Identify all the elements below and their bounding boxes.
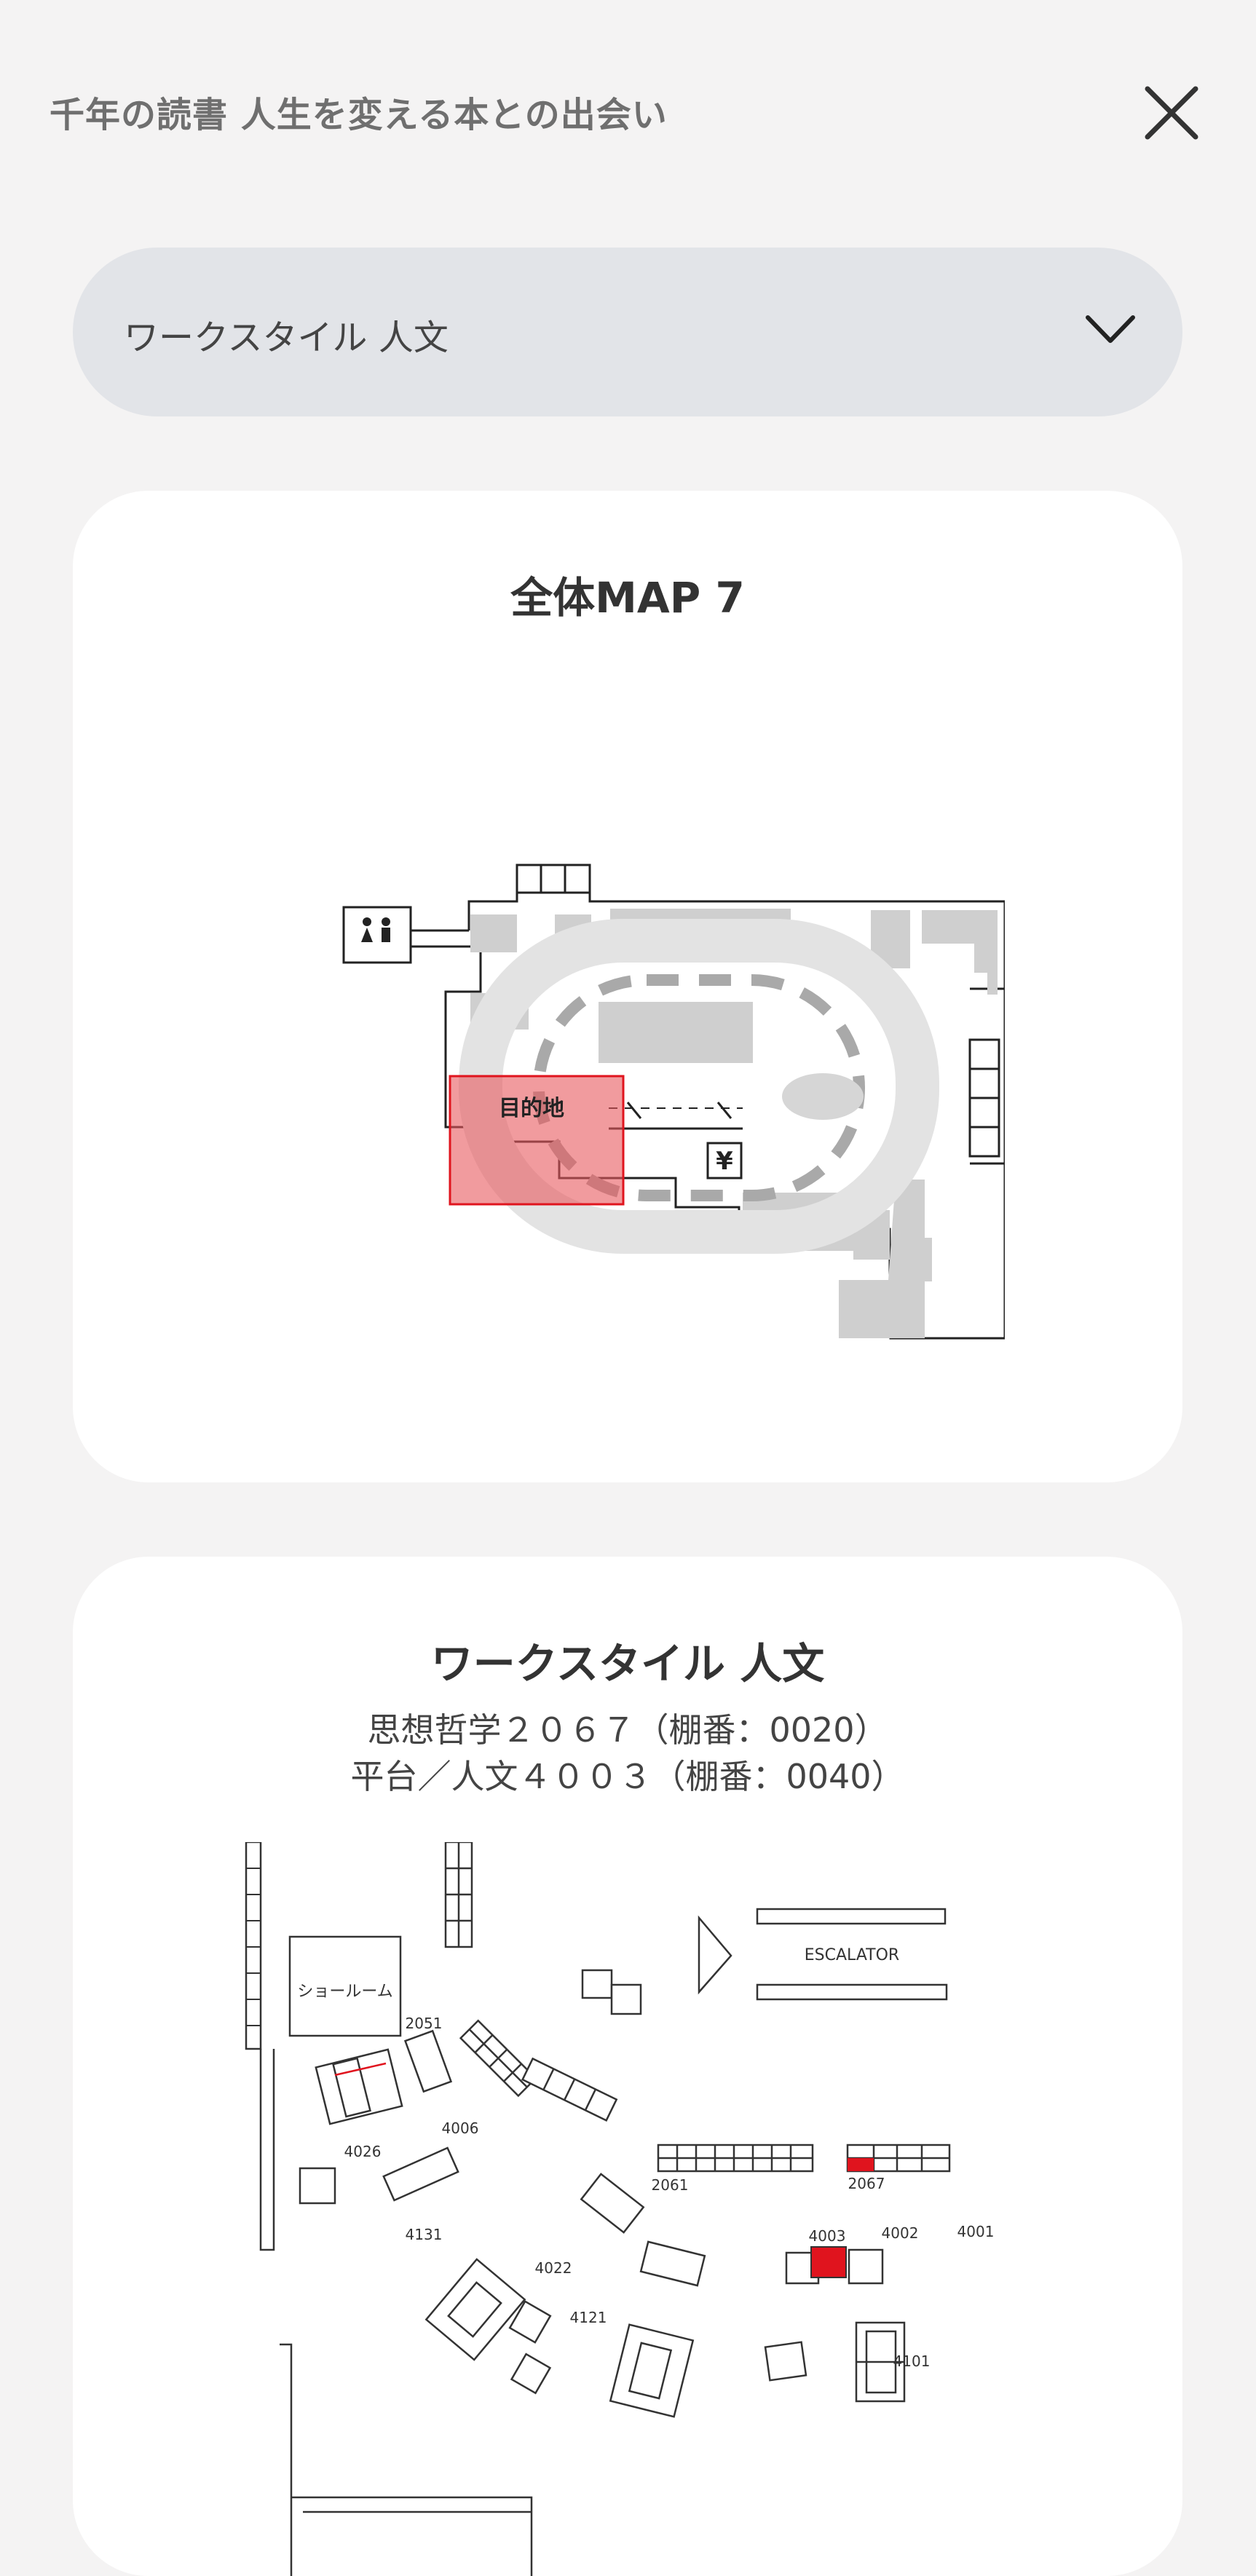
shelf-info-1: 思想哲学２０６７（棚番：0020） xyxy=(367,1710,888,1750)
overall-map-card: 全体MAP 7 ¥ 目的地 xyxy=(73,491,1182,1482)
destination-label: 目的地 xyxy=(499,1096,564,1121)
shelf-4003-label: 4003 xyxy=(809,2227,846,2245)
category-select-value: ワークスタイル 人文 xyxy=(124,317,449,358)
shelf-2067-highlight xyxy=(848,2158,874,2171)
escalator-label: ESCALATOR xyxy=(805,1946,899,1964)
shelf-info-2: 平台／人文４００３（棚番：0040） xyxy=(350,1757,905,1796)
floor-detail-map: ショールーム ESCALATOR 2051 4006 4026 2061 206… xyxy=(245,1842,995,2576)
close-button[interactable] xyxy=(1145,86,1198,140)
overall-floor-map: ¥ 目的地 xyxy=(342,864,1005,1340)
shelf-4121-label: 4121 xyxy=(570,2309,607,2326)
shelf-4003-highlight xyxy=(810,2246,847,2278)
close-icon xyxy=(1145,86,1198,140)
category-select[interactable]: ワークスタイル 人文 xyxy=(73,248,1182,416)
shelf-2067-label: 2067 xyxy=(848,2175,885,2192)
floor-map-title: ワークスタイル 人文 xyxy=(430,1639,825,1688)
yen-symbol: ¥ xyxy=(716,1147,733,1176)
shelf-2061-label: 2061 xyxy=(652,2176,689,2194)
floor-map-card: ワークスタイル 人文 思想哲学２０６７（棚番：0020） 平台／人文４００３（棚… xyxy=(73,1557,1182,2576)
shelf-4002-label: 4002 xyxy=(882,2224,919,2242)
shelf-4101-label: 4101 xyxy=(893,2352,931,2370)
overall-map-title: 全体MAP 7 xyxy=(510,573,745,623)
shelf-4131-label: 4131 xyxy=(406,2226,443,2243)
page-title: 千年の読書 人生を変える本との出会い xyxy=(50,95,668,135)
shelf-2051-label: 2051 xyxy=(406,2015,443,2032)
shelf-4001-label: 4001 xyxy=(957,2223,995,2240)
shelf-4022-label: 4022 xyxy=(535,2259,572,2277)
chevron-down-icon xyxy=(1086,315,1135,343)
shelf-4006-label: 4006 xyxy=(442,2119,479,2137)
showroom-label: ショールーム xyxy=(297,1983,392,2001)
shelf-4026-label: 4026 xyxy=(344,2143,382,2160)
